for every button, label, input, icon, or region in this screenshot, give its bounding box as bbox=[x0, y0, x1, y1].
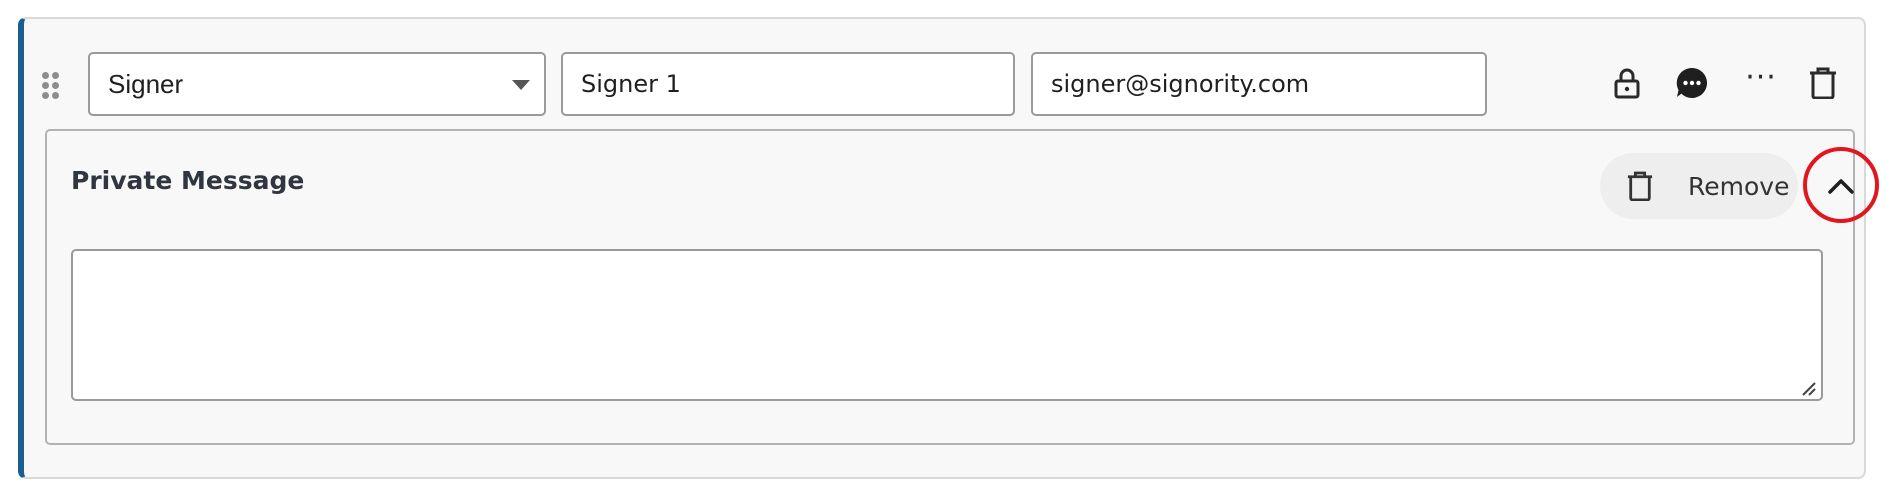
role-select[interactable]: Signer bbox=[88, 52, 546, 116]
role-select-value: Signer bbox=[108, 68, 184, 99]
private-message-panel: Private Message Remove bbox=[45, 129, 1879, 445]
trash-icon bbox=[1620, 166, 1660, 206]
private-message-textarea[interactable] bbox=[71, 249, 1823, 401]
private-message-title: Private Message bbox=[71, 166, 305, 195]
more-icon: ··· bbox=[1745, 60, 1777, 95]
chevron-up-icon bbox=[1828, 179, 1854, 194]
signer-card: Signer Signer 1 signer@signority.com ··· bbox=[18, 17, 1879, 479]
private-message-button[interactable] bbox=[1672, 63, 1712, 103]
signer-name-input[interactable]: Signer 1 bbox=[561, 52, 1015, 116]
signer-email-input[interactable]: signer@signority.com bbox=[1031, 52, 1487, 116]
chevron-down-icon bbox=[512, 80, 530, 90]
delete-signer-button[interactable] bbox=[1803, 63, 1843, 103]
lock-icon bbox=[1614, 68, 1640, 99]
remove-private-message-button[interactable]: Remove bbox=[1600, 153, 1798, 219]
more-options-button[interactable]: ··· bbox=[1741, 63, 1781, 103]
lock-button[interactable] bbox=[1607, 63, 1647, 103]
comment-icon bbox=[1676, 67, 1708, 98]
remove-label: Remove bbox=[1688, 171, 1790, 201]
drag-handle-icon[interactable] bbox=[42, 72, 60, 100]
signer-email-value: signer@signority.com bbox=[1051, 70, 1310, 98]
resize-handle-icon[interactable] bbox=[1801, 381, 1817, 397]
trash-icon bbox=[1810, 67, 1836, 99]
collapse-button[interactable] bbox=[1820, 165, 1862, 207]
signer-name-value: Signer 1 bbox=[581, 70, 681, 98]
